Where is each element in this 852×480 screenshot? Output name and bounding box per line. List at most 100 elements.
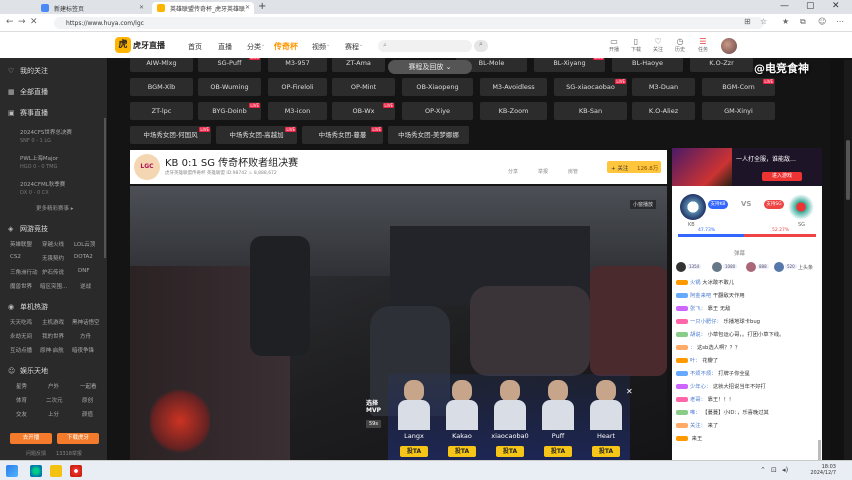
matchup-tag[interactable]: SG-Puff LIVE [198, 58, 261, 72]
matchup-tag[interactable]: 中场秀女团-何国风 LIVE [130, 126, 211, 144]
fan-avatar[interactable] [746, 262, 756, 272]
ad-enter-button[interactable]: 进入游戏 [762, 172, 802, 181]
file-explorer-icon[interactable] [50, 465, 62, 477]
admin-button[interactable]: 房管 [568, 168, 578, 175]
category-link[interactable]: 穿越火线 [42, 240, 64, 248]
page-scrollbar[interactable] [844, 60, 852, 460]
category-link[interactable]: DOTA2 [74, 254, 93, 260]
nav-video[interactable]: 视频 [312, 42, 326, 52]
category-link[interactable]: 炉石传说 [42, 268, 64, 276]
category-link[interactable]: DNF [78, 268, 90, 274]
matchup-tag[interactable]: 中场秀女团-高越加 LIVE [216, 126, 297, 144]
vote-button[interactable]: 投TA [400, 446, 428, 457]
header-follow[interactable]: ♡ 关注 [648, 37, 668, 53]
category-link[interactable]: 颜值 [82, 410, 93, 418]
share-button[interactable]: 分享 [508, 168, 518, 175]
system-clock[interactable]: 18:03 2024/12/7 [796, 464, 836, 476]
sidebar-all-live[interactable]: ▦ 全部直播 [8, 87, 48, 97]
back-icon[interactable]: ← [6, 17, 14, 27]
vote-button[interactable]: 投TA [496, 446, 524, 457]
chat-username[interactable]: 阿金来吧 [690, 293, 711, 299]
bookmark-star-icon[interactable]: ☆ [760, 17, 767, 26]
category-link[interactable]: 无畏契约 [42, 254, 64, 262]
category-link[interactable]: LOL云顶 [74, 240, 95, 248]
sidebar-entertainment[interactable]: ☺ 娱乐天地 [8, 366, 48, 376]
nav-home[interactable]: 首页 [188, 42, 202, 52]
schedule-replay-toggle[interactable]: 赛程及回放 ⌄ [388, 60, 472, 74]
edge-icon[interactable] [30, 465, 42, 477]
header-tasks[interactable]: ☰ 任务 [693, 37, 713, 53]
video-player[interactable]: 小窗播放 选择 MVP 59s Langx 投TA Kakao 投TA xiao… [130, 186, 667, 460]
support-right-button[interactable]: 支持SG [764, 200, 784, 209]
sidebar-my-follow[interactable]: ♡ 我的关注 [8, 66, 48, 76]
category-link[interactable]: 永劫无间 [10, 332, 32, 340]
matchup-tag[interactable]: SG-xiaocaobao LIVE [554, 78, 627, 96]
close-icon[interactable]: ✕ [626, 387, 633, 396]
header-history[interactable]: ◷ 历史 [670, 37, 690, 53]
search-button[interactable]: ⌕ [474, 40, 488, 52]
chat-username[interactable]: 少年心： [690, 384, 711, 390]
sidebar-single-games[interactable]: ◉ 单机热游 [8, 302, 48, 312]
chat-username[interactable]: 火锅 [690, 280, 701, 286]
collections-icon[interactable]: ⧉ [800, 17, 806, 27]
mini-window-label[interactable]: 小窗播放 [630, 200, 657, 209]
matchup-tag[interactable]: GM-Xinyi [702, 102, 775, 120]
matchup-tag[interactable]: BL-Xiyang LIVE [534, 58, 605, 72]
category-link[interactable]: 英雄联盟 [10, 240, 32, 248]
matchup-tag[interactable]: KB-San [554, 102, 627, 120]
volume-icon[interactable]: ◂) [782, 466, 788, 474]
category-link[interactable]: 黑神话悟空 [72, 318, 100, 326]
menu-dots-icon[interactable]: ⋯ [836, 17, 844, 26]
maximize-icon[interactable]: ▢ [806, 1, 815, 11]
chat-username[interactable]: 张飞： [690, 306, 706, 312]
matchup-tag[interactable]: KB-Zoom [480, 102, 547, 120]
matchup-tag[interactable]: BYG-Doinb LIVE [198, 102, 261, 120]
matchup-tag[interactable]: BGM-Xlb [130, 78, 193, 96]
matchup-tag[interactable]: M3-icon [268, 102, 327, 120]
profile-icon[interactable]: ☺ [818, 17, 826, 26]
category-link[interactable]: 原创 [82, 396, 93, 404]
category-link[interactable]: 户外 [48, 382, 59, 390]
nav-legend-cup[interactable]: 传奇杯 [274, 41, 298, 52]
matchup-tag[interactable]: OP-Fireloli [268, 78, 327, 96]
app-icon[interactable] [70, 465, 82, 477]
report-button[interactable]: 举报 [538, 168, 548, 175]
category-link[interactable]: 一起看 [80, 382, 97, 390]
category-link[interactable]: 互动点播 [10, 346, 32, 354]
sidebar-online-games[interactable]: ◈ 网游竞技 [8, 224, 48, 234]
matchup-tag[interactable]: ZT-Ama [332, 58, 385, 72]
matchup-tag[interactable]: M3-Duan [632, 78, 695, 96]
matchup-tag[interactable]: M3-957 [268, 58, 327, 72]
fan-avatar[interactable] [676, 262, 686, 272]
avatar[interactable] [721, 38, 737, 54]
category-link[interactable]: 上分 [48, 410, 59, 418]
subscribe-button[interactable]: + 关注 126.8万 [607, 161, 661, 173]
close-tab-icon[interactable]: ✕ [139, 4, 144, 11]
category-link[interactable]: 逆战 [80, 282, 91, 290]
nav-live[interactable]: 直播 [218, 42, 232, 52]
category-link[interactable]: 我的世界 [42, 332, 64, 340]
site-search-input[interactable]: ⌕ [378, 40, 472, 52]
chat-username[interactable]: 关注： [690, 423, 706, 429]
vote-button[interactable]: 投TA [448, 446, 476, 457]
matchup-tag[interactable]: M3-Avoidless [480, 78, 547, 96]
matchup-tag[interactable]: OB-Xiaopeng [402, 78, 473, 96]
category-link[interactable]: 暗区突围... [40, 282, 67, 290]
download-app-button[interactable]: 下载虎牙 [57, 433, 99, 444]
category-link[interactable]: 天天吃鸡 [10, 318, 32, 326]
matchup-tag[interactable]: AIW-Mlxg [130, 58, 193, 72]
sidebar-events[interactable]: ▣ 赛事直播 [8, 108, 48, 118]
matchup-tag[interactable]: OP-Xiye [402, 102, 473, 120]
matchup-tag[interactable]: BL-Haoye [612, 58, 683, 72]
forward-icon[interactable]: → [18, 17, 26, 27]
chat-username[interactable]: 一只小肥仔： [690, 319, 722, 325]
stop-icon[interactable]: ✕ [30, 17, 38, 27]
more-events-link[interactable]: 更多精彩赛事 ▸ [36, 204, 74, 212]
close-tab-icon[interactable]: ✕ [245, 4, 250, 11]
category-link[interactable]: 星秀 [16, 382, 27, 390]
matchup-tag[interactable]: BGM-Corn LIVE [702, 78, 775, 96]
chat-username[interactable]: 胡说： [690, 332, 706, 338]
matchup-tag[interactable]: OP-Mint [332, 78, 395, 96]
new-tab-plus-icon[interactable]: + [258, 1, 266, 12]
chat-tab[interactable]: 弹幕 [734, 249, 745, 257]
